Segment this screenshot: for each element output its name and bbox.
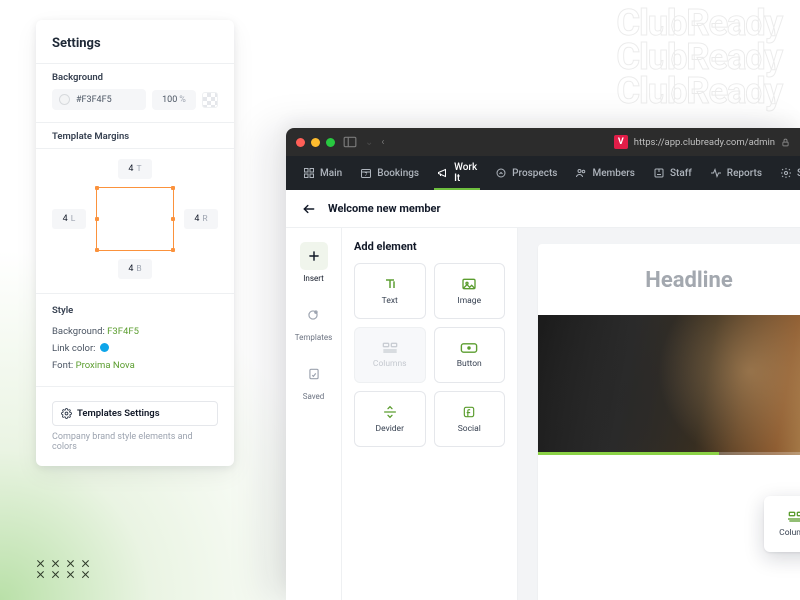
margin-preview-box bbox=[96, 187, 174, 251]
tile-text[interactable]: Text bbox=[354, 263, 426, 319]
rail-templates[interactable]: Templates bbox=[295, 301, 332, 342]
page-title: Welcome new member bbox=[328, 202, 441, 215]
tile-devider[interactable]: Devider bbox=[354, 391, 426, 447]
background-color-field[interactable]: #F3F4F5 bbox=[52, 89, 146, 110]
tile-columns: Columns bbox=[354, 327, 426, 383]
editor-rail: Insert Templates Saved bbox=[286, 228, 342, 600]
margins-label: Template Margins bbox=[36, 122, 234, 148]
swatch-icon bbox=[59, 94, 70, 105]
style-font-row: Font: Proxima Nova bbox=[52, 357, 218, 374]
margin-bottom-field[interactable]: 4B bbox=[118, 259, 152, 279]
document-preview: Headline bbox=[538, 244, 800, 600]
headline-text[interactable]: Headline bbox=[538, 268, 800, 293]
insert-icon bbox=[300, 242, 328, 270]
minimize-icon[interactable] bbox=[311, 138, 320, 147]
pulse-icon bbox=[710, 167, 722, 179]
address-url: https://app.clubready.com/admin bbox=[634, 137, 775, 148]
rail-insert[interactable]: Insert bbox=[300, 242, 328, 283]
settings-footer: Company brand style elements and colors bbox=[36, 426, 234, 452]
button-icon bbox=[460, 342, 478, 354]
style-label: Style bbox=[52, 302, 218, 319]
add-element-panel: Add element TextImageColumnsButtonDevide… bbox=[342, 228, 518, 600]
margin-top-field[interactable]: 4T bbox=[118, 159, 152, 179]
columns-drag-popover[interactable]: Columns ✊ bbox=[764, 496, 800, 552]
saved-icon bbox=[300, 360, 328, 388]
nav-bookings[interactable]: 7Bookings bbox=[351, 156, 428, 190]
gear-icon bbox=[61, 408, 72, 419]
link-color-dot-icon[interactable] bbox=[100, 343, 109, 352]
page-subheader: Welcome new member bbox=[286, 190, 800, 228]
svg-text:7: 7 bbox=[365, 172, 368, 178]
progress-bar bbox=[538, 452, 800, 455]
tile-social[interactable]: Social bbox=[434, 391, 506, 447]
primary-nav: Main7BookingsWork ItProspectsMembersStaf… bbox=[286, 156, 800, 190]
add-element-title: Add element bbox=[354, 240, 505, 253]
gear-icon bbox=[780, 167, 792, 179]
users-icon bbox=[575, 167, 587, 179]
sidebar-toggle-icon[interactable] bbox=[343, 136, 357, 148]
arrow-left-icon bbox=[302, 202, 316, 216]
close-icon[interactable] bbox=[296, 138, 305, 147]
editor-canvas[interactable]: Headline Columns ✊ bbox=[518, 228, 800, 600]
lock-icon bbox=[781, 138, 790, 147]
background-label: Background bbox=[36, 63, 234, 89]
back-nav-icon[interactable]: ‹ bbox=[381, 137, 384, 148]
templates-icon bbox=[299, 301, 327, 329]
margins-editor: 4T 4B 4L 4R bbox=[52, 159, 218, 279]
settings-title: Settings bbox=[36, 36, 234, 63]
columns-icon bbox=[788, 511, 800, 523]
grid-icon bbox=[303, 167, 315, 179]
image-icon bbox=[461, 277, 477, 291]
margin-right-field[interactable]: 4R bbox=[184, 209, 218, 229]
templates-settings-button[interactable]: Templates Settings bbox=[52, 401, 218, 426]
browser-window: ⌄ ‹ V https://app.clubready.com/admin Ma… bbox=[286, 128, 800, 600]
nav-members[interactable]: Members bbox=[566, 156, 643, 190]
text-icon bbox=[382, 277, 398, 291]
brand-watermark: ClubReady ClubReady ClubReady bbox=[617, 0, 800, 109]
nav-prospects[interactable]: Prospects bbox=[486, 156, 566, 190]
settings-panel: Settings Background #F3F4F5 100 % Templa… bbox=[36, 20, 234, 466]
maximize-icon[interactable] bbox=[326, 138, 335, 147]
nav-work-it[interactable]: Work It bbox=[428, 156, 486, 190]
margin-left-field[interactable]: 4L bbox=[52, 209, 86, 229]
nav-main[interactable]: Main bbox=[294, 156, 351, 190]
style-link-row: Link color: bbox=[52, 340, 218, 357]
transparency-icon[interactable] bbox=[202, 92, 218, 108]
browser-badge-icon: V bbox=[614, 135, 628, 149]
tile-image[interactable]: Image bbox=[434, 263, 506, 319]
nav-staff[interactable]: Staff bbox=[644, 156, 701, 190]
background-opacity-field[interactable]: 100 % bbox=[152, 90, 196, 110]
tile-button[interactable]: Button bbox=[434, 327, 506, 383]
id-icon bbox=[653, 167, 665, 179]
nav-reports[interactable]: Reports bbox=[701, 156, 771, 190]
columns-icon bbox=[382, 342, 398, 354]
style-background-row: Background: F3F4F5 bbox=[52, 323, 218, 340]
decorative-crosses bbox=[36, 558, 90, 578]
traffic-lights[interactable] bbox=[296, 138, 335, 147]
social-icon bbox=[462, 405, 476, 419]
hero-image[interactable] bbox=[538, 315, 800, 455]
calendar-icon: 7 bbox=[360, 167, 372, 179]
target-icon bbox=[495, 167, 507, 179]
back-button[interactable] bbox=[300, 200, 318, 218]
window-titlebar: ⌄ ‹ V https://app.clubready.com/admin bbox=[286, 128, 800, 156]
background-color-value: #F3F4F5 bbox=[76, 95, 112, 105]
rail-saved[interactable]: Saved bbox=[300, 360, 328, 401]
megaphone-icon bbox=[437, 167, 449, 179]
devider-icon bbox=[382, 405, 398, 419]
chevron-down-icon[interactable]: ⌄ bbox=[365, 137, 373, 148]
nav-setup[interactable]: Setup bbox=[771, 156, 800, 190]
address-bar[interactable]: V https://app.clubready.com/admin bbox=[614, 135, 790, 149]
